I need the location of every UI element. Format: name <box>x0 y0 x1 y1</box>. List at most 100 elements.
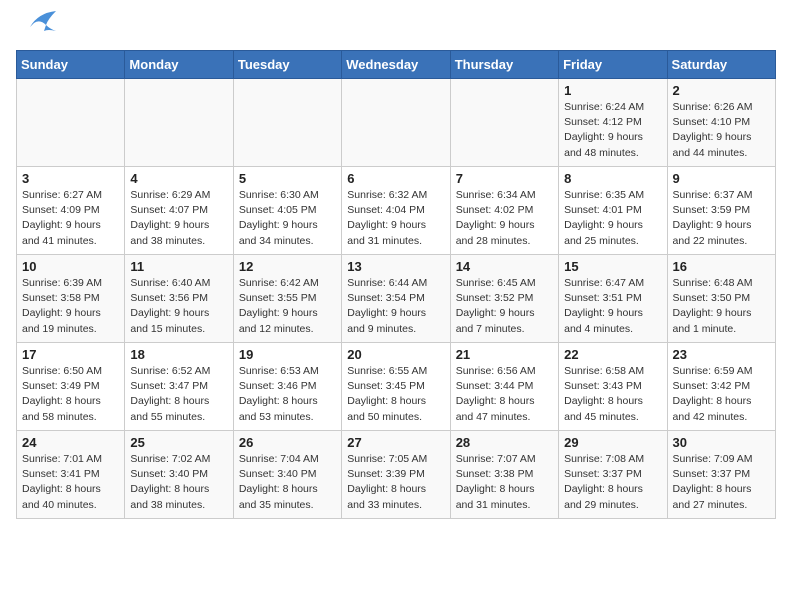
calendar-cell <box>450 79 558 167</box>
day-info: Sunrise: 6:30 AM Sunset: 4:05 PM Dayligh… <box>239 188 336 249</box>
calendar-cell: 17 Sunrise: 6:50 AM Sunset: 3:49 PM Dayli… <box>17 343 125 431</box>
calendar-cell: 7Sunrise: 6:34 AM Sunset: 4:02 PM Daylig… <box>450 167 558 255</box>
calendar-cell: 9 Sunrise: 6:37 AM Sunset: 3:59 PM Daylig… <box>667 167 775 255</box>
day-info: Sunrise: 6:32 AM Sunset: 4:04 PM Dayligh… <box>347 188 444 249</box>
day-info: Sunrise: 6:42 AM Sunset: 3:55 PM Dayligh… <box>239 276 336 337</box>
calendar-cell: 4Sunrise: 6:29 AM Sunset: 4:07 PM Daylig… <box>125 167 233 255</box>
day-info: Sunrise: 6:53 AM Sunset: 3:46 PM Dayligh… <box>239 364 336 425</box>
calendar-cell: 18 Sunrise: 6:52 AM Sunset: 3:47 PM Dayli… <box>125 343 233 431</box>
calendar-cell: 21 Sunrise: 6:56 AM Sunset: 3:44 PM Dayli… <box>450 343 558 431</box>
day-info: Sunrise: 6:47 AM Sunset: 3:51 PM Dayligh… <box>564 276 661 337</box>
calendar-cell <box>17 79 125 167</box>
calendar-header-row: SundayMondayTuesdayWednesdayThursdayFrid… <box>17 51 776 79</box>
day-info: Sunrise: 7:05 AM Sunset: 3:39 PM Dayligh… <box>347 452 444 513</box>
header-sunday: Sunday <box>17 51 125 79</box>
day-number: 9 <box>673 171 770 186</box>
day-number: 27 <box>347 435 444 450</box>
day-info: Sunrise: 6:58 AM Sunset: 3:43 PM Dayligh… <box>564 364 661 425</box>
day-number: 8 <box>564 171 661 186</box>
header-tuesday: Tuesday <box>233 51 341 79</box>
calendar-cell: 29Sunrise: 7:08 AM Sunset: 3:37 PM Dayli… <box>559 431 667 519</box>
calendar-cell: 3Sunrise: 6:27 AM Sunset: 4:09 PM Daylig… <box>17 167 125 255</box>
day-info: Sunrise: 6:59 AM Sunset: 3:42 PM Dayligh… <box>673 364 770 425</box>
calendar-cell: 14 Sunrise: 6:45 AM Sunset: 3:52 PM Dayli… <box>450 255 558 343</box>
calendar-table: SundayMondayTuesdayWednesdayThursdayFrid… <box>16 50 776 519</box>
page-header <box>16 16 776 42</box>
day-number: 18 <box>130 347 227 362</box>
calendar-cell: 1Sunrise: 6:24 AM Sunset: 4:12 PM Daylig… <box>559 79 667 167</box>
calendar-cell: 24 Sunrise: 7:01 AM Sunset: 3:41 PM Dayli… <box>17 431 125 519</box>
day-number: 2 <box>673 83 770 98</box>
logo-bird-icon <box>20 9 58 39</box>
header-thursday: Thursday <box>450 51 558 79</box>
day-info: Sunrise: 7:01 AM Sunset: 3:41 PM Dayligh… <box>22 452 119 513</box>
day-info: Sunrise: 7:09 AM Sunset: 3:37 PM Dayligh… <box>673 452 770 513</box>
day-info: Sunrise: 6:50 AM Sunset: 3:49 PM Dayligh… <box>22 364 119 425</box>
calendar-cell: 15 Sunrise: 6:47 AM Sunset: 3:51 PM Dayli… <box>559 255 667 343</box>
day-number: 6 <box>347 171 444 186</box>
day-info: Sunrise: 6:40 AM Sunset: 3:56 PM Dayligh… <box>130 276 227 337</box>
day-info: Sunrise: 6:44 AM Sunset: 3:54 PM Dayligh… <box>347 276 444 337</box>
day-number: 19 <box>239 347 336 362</box>
calendar-cell: 19 Sunrise: 6:53 AM Sunset: 3:46 PM Dayli… <box>233 343 341 431</box>
calendar-cell: 20Sunrise: 6:55 AM Sunset: 3:45 PM Dayli… <box>342 343 450 431</box>
day-info: Sunrise: 6:27 AM Sunset: 4:09 PM Dayligh… <box>22 188 119 249</box>
day-number: 30 <box>673 435 770 450</box>
day-number: 14 <box>456 259 553 274</box>
day-number: 23 <box>673 347 770 362</box>
calendar-cell: 26 Sunrise: 7:04 AM Sunset: 3:40 PM Dayli… <box>233 431 341 519</box>
calendar-cell: 5 Sunrise: 6:30 AM Sunset: 4:05 PM Daylig… <box>233 167 341 255</box>
day-number: 26 <box>239 435 336 450</box>
day-number: 5 <box>239 171 336 186</box>
calendar-cell: 22 Sunrise: 6:58 AM Sunset: 3:43 PM Dayli… <box>559 343 667 431</box>
day-number: 13 <box>347 259 444 274</box>
day-number: 24 <box>22 435 119 450</box>
day-number: 10 <box>22 259 119 274</box>
week-row-3: 10 Sunrise: 6:39 AM Sunset: 3:58 PM Dayli… <box>17 255 776 343</box>
header-monday: Monday <box>125 51 233 79</box>
calendar-cell: 2Sunrise: 6:26 AM Sunset: 4:10 PM Daylig… <box>667 79 775 167</box>
logo <box>16 16 58 42</box>
calendar-cell: 13 Sunrise: 6:44 AM Sunset: 3:54 PM Dayli… <box>342 255 450 343</box>
week-row-5: 24 Sunrise: 7:01 AM Sunset: 3:41 PM Dayli… <box>17 431 776 519</box>
day-info: Sunrise: 6:48 AM Sunset: 3:50 PM Dayligh… <box>673 276 770 337</box>
day-info: Sunrise: 6:39 AM Sunset: 3:58 PM Dayligh… <box>22 276 119 337</box>
header-friday: Friday <box>559 51 667 79</box>
calendar-cell: 8 Sunrise: 6:35 AM Sunset: 4:01 PM Daylig… <box>559 167 667 255</box>
week-row-2: 3Sunrise: 6:27 AM Sunset: 4:09 PM Daylig… <box>17 167 776 255</box>
day-info: Sunrise: 7:07 AM Sunset: 3:38 PM Dayligh… <box>456 452 553 513</box>
calendar-cell: 23 Sunrise: 6:59 AM Sunset: 3:42 PM Dayli… <box>667 343 775 431</box>
calendar-cell: 30 Sunrise: 7:09 AM Sunset: 3:37 PM Dayli… <box>667 431 775 519</box>
day-number: 22 <box>564 347 661 362</box>
header-wednesday: Wednesday <box>342 51 450 79</box>
day-number: 11 <box>130 259 227 274</box>
day-info: Sunrise: 6:52 AM Sunset: 3:47 PM Dayligh… <box>130 364 227 425</box>
calendar-cell: 27 Sunrise: 7:05 AM Sunset: 3:39 PM Dayli… <box>342 431 450 519</box>
day-number: 28 <box>456 435 553 450</box>
calendar-cell: 28 Sunrise: 7:07 AM Sunset: 3:38 PM Dayli… <box>450 431 558 519</box>
day-info: Sunrise: 7:04 AM Sunset: 3:40 PM Dayligh… <box>239 452 336 513</box>
day-info: Sunrise: 6:37 AM Sunset: 3:59 PM Dayligh… <box>673 188 770 249</box>
day-number: 25 <box>130 435 227 450</box>
day-number: 12 <box>239 259 336 274</box>
day-info: Sunrise: 6:45 AM Sunset: 3:52 PM Dayligh… <box>456 276 553 337</box>
day-number: 21 <box>456 347 553 362</box>
week-row-4: 17 Sunrise: 6:50 AM Sunset: 3:49 PM Dayli… <box>17 343 776 431</box>
day-info: Sunrise: 6:56 AM Sunset: 3:44 PM Dayligh… <box>456 364 553 425</box>
calendar-cell: 25 Sunrise: 7:02 AM Sunset: 3:40 PM Dayli… <box>125 431 233 519</box>
calendar-cell <box>125 79 233 167</box>
day-number: 17 <box>22 347 119 362</box>
header-saturday: Saturday <box>667 51 775 79</box>
calendar-cell: 11 Sunrise: 6:40 AM Sunset: 3:56 PM Dayli… <box>125 255 233 343</box>
day-info: Sunrise: 6:35 AM Sunset: 4:01 PM Dayligh… <box>564 188 661 249</box>
day-info: Sunrise: 7:02 AM Sunset: 3:40 PM Dayligh… <box>130 452 227 513</box>
day-info: Sunrise: 6:29 AM Sunset: 4:07 PM Dayligh… <box>130 188 227 249</box>
day-number: 7 <box>456 171 553 186</box>
day-number: 15 <box>564 259 661 274</box>
calendar-cell: 12 Sunrise: 6:42 AM Sunset: 3:55 PM Dayli… <box>233 255 341 343</box>
day-number: 16 <box>673 259 770 274</box>
day-info: Sunrise: 6:24 AM Sunset: 4:12 PM Dayligh… <box>564 100 661 161</box>
calendar-cell <box>342 79 450 167</box>
calendar-cell: 10 Sunrise: 6:39 AM Sunset: 3:58 PM Dayli… <box>17 255 125 343</box>
day-info: Sunrise: 6:55 AM Sunset: 3:45 PM Dayligh… <box>347 364 444 425</box>
